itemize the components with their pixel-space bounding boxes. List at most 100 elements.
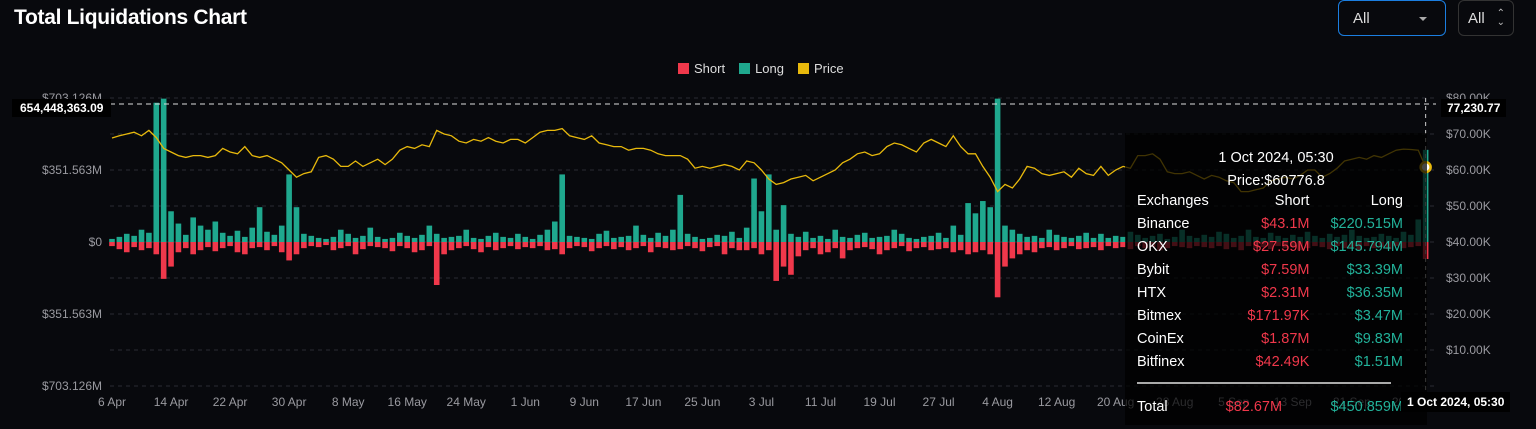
short-bar [352, 242, 359, 255]
short-bar [817, 242, 824, 255]
short-bar [714, 242, 720, 247]
tooltip-long: $145.794M [1330, 238, 1403, 255]
long-bar [175, 223, 182, 242]
long-bar [611, 237, 617, 242]
short-bar [160, 242, 167, 279]
long-bar [205, 229, 211, 242]
long-bar [559, 174, 565, 242]
short-bar [183, 242, 189, 249]
short-bar [374, 242, 381, 248]
long-bar [957, 234, 964, 242]
long-bar [670, 229, 676, 242]
x-axis-tick: 6 Apr [98, 395, 126, 409]
long-bar [618, 236, 625, 242]
short-bar [168, 242, 174, 267]
short-bar [861, 242, 868, 248]
tooltip-long: $1.51M [1354, 353, 1403, 370]
long-bar [891, 229, 898, 242]
long-bar [278, 225, 285, 242]
long-bar [928, 235, 934, 242]
long-bar [743, 227, 750, 242]
long-bar [581, 237, 588, 242]
long-bar [795, 236, 802, 242]
short-bar [485, 242, 492, 248]
short-bar [980, 242, 986, 251]
long-bar [935, 232, 942, 242]
short-bar [847, 242, 853, 251]
long-bar [876, 236, 883, 242]
tooltip-short: $7.59M [1261, 261, 1310, 278]
short-bar [1112, 242, 1119, 249]
long-bar [345, 233, 351, 242]
tooltip-date: 1 Oct 2024, 05:30 [1218, 150, 1334, 166]
short-bar [1031, 242, 1038, 253]
long-bar [448, 236, 455, 242]
short-bar [419, 242, 425, 251]
long-bar [640, 234, 647, 242]
short-bar [773, 242, 779, 281]
x-axis-tick: 1 Jun [511, 395, 540, 409]
long-bar [426, 225, 433, 242]
tooltip-row: OKX $27.59M $145.794M [1137, 235, 1403, 258]
long-bar [1083, 232, 1089, 242]
short-bar [802, 242, 809, 251]
short-bar [588, 242, 595, 252]
tooltip-short: $42.49K [1255, 353, 1310, 370]
short-bar [131, 242, 137, 248]
short-bar [1098, 242, 1104, 251]
short-bar [766, 242, 772, 251]
tooltip-row: Binance $43.1M $220.515M [1137, 212, 1403, 235]
short-bar [699, 242, 706, 252]
long-bar [861, 232, 868, 242]
short-bar [832, 242, 839, 249]
long-bar [293, 207, 300, 242]
tooltip-table: Exchanges Short Long Binance $43.1M $220.515… [1137, 189, 1403, 373]
short-bar [456, 242, 462, 249]
short-bar [123, 242, 130, 253]
long-bar [913, 238, 920, 242]
tooltip-long: $9.83M [1354, 330, 1403, 347]
short-bar [234, 242, 241, 253]
long-bar [537, 234, 543, 242]
long-bar [323, 238, 329, 242]
long-bar [492, 232, 499, 242]
short-bar [323, 242, 329, 246]
short-bar [478, 242, 484, 253]
short-bar [736, 242, 743, 251]
long-bar [625, 235, 632, 242]
long-bar [441, 237, 447, 242]
long-bar [367, 227, 374, 242]
short-bar [175, 242, 182, 253]
short-bar [463, 242, 470, 247]
long-bar [411, 237, 418, 242]
long-bar [588, 238, 595, 242]
short-bar [441, 242, 447, 255]
tooltip-long: $36.35M [1346, 284, 1403, 301]
short-bar [278, 242, 285, 253]
header-short: Short [1274, 192, 1310, 209]
long-bar [1039, 237, 1045, 242]
long-bar [382, 238, 388, 242]
long-bar [1075, 235, 1082, 242]
short-bar [544, 242, 551, 251]
right-axis-tick: $30.00K [1446, 271, 1491, 285]
short-bar [662, 242, 669, 249]
long-bar [832, 229, 839, 242]
long-bar [352, 237, 359, 242]
tooltip-short: $27.59M [1253, 238, 1310, 255]
short-bar [404, 242, 410, 249]
long-bar [234, 230, 241, 242]
short-bar [972, 242, 979, 253]
short-bar [360, 242, 366, 250]
long-bar [456, 235, 462, 242]
long-bar [1090, 237, 1097, 242]
short-bar [389, 242, 396, 252]
long-bar [921, 236, 927, 242]
tooltip-long: $33.39M [1346, 261, 1403, 278]
tooltip-short: $171.97K [1247, 307, 1310, 324]
short-bar [367, 242, 374, 247]
long-bar [212, 221, 219, 242]
long-bar [153, 102, 160, 242]
short-bar [227, 242, 233, 247]
short-bar [345, 242, 351, 247]
